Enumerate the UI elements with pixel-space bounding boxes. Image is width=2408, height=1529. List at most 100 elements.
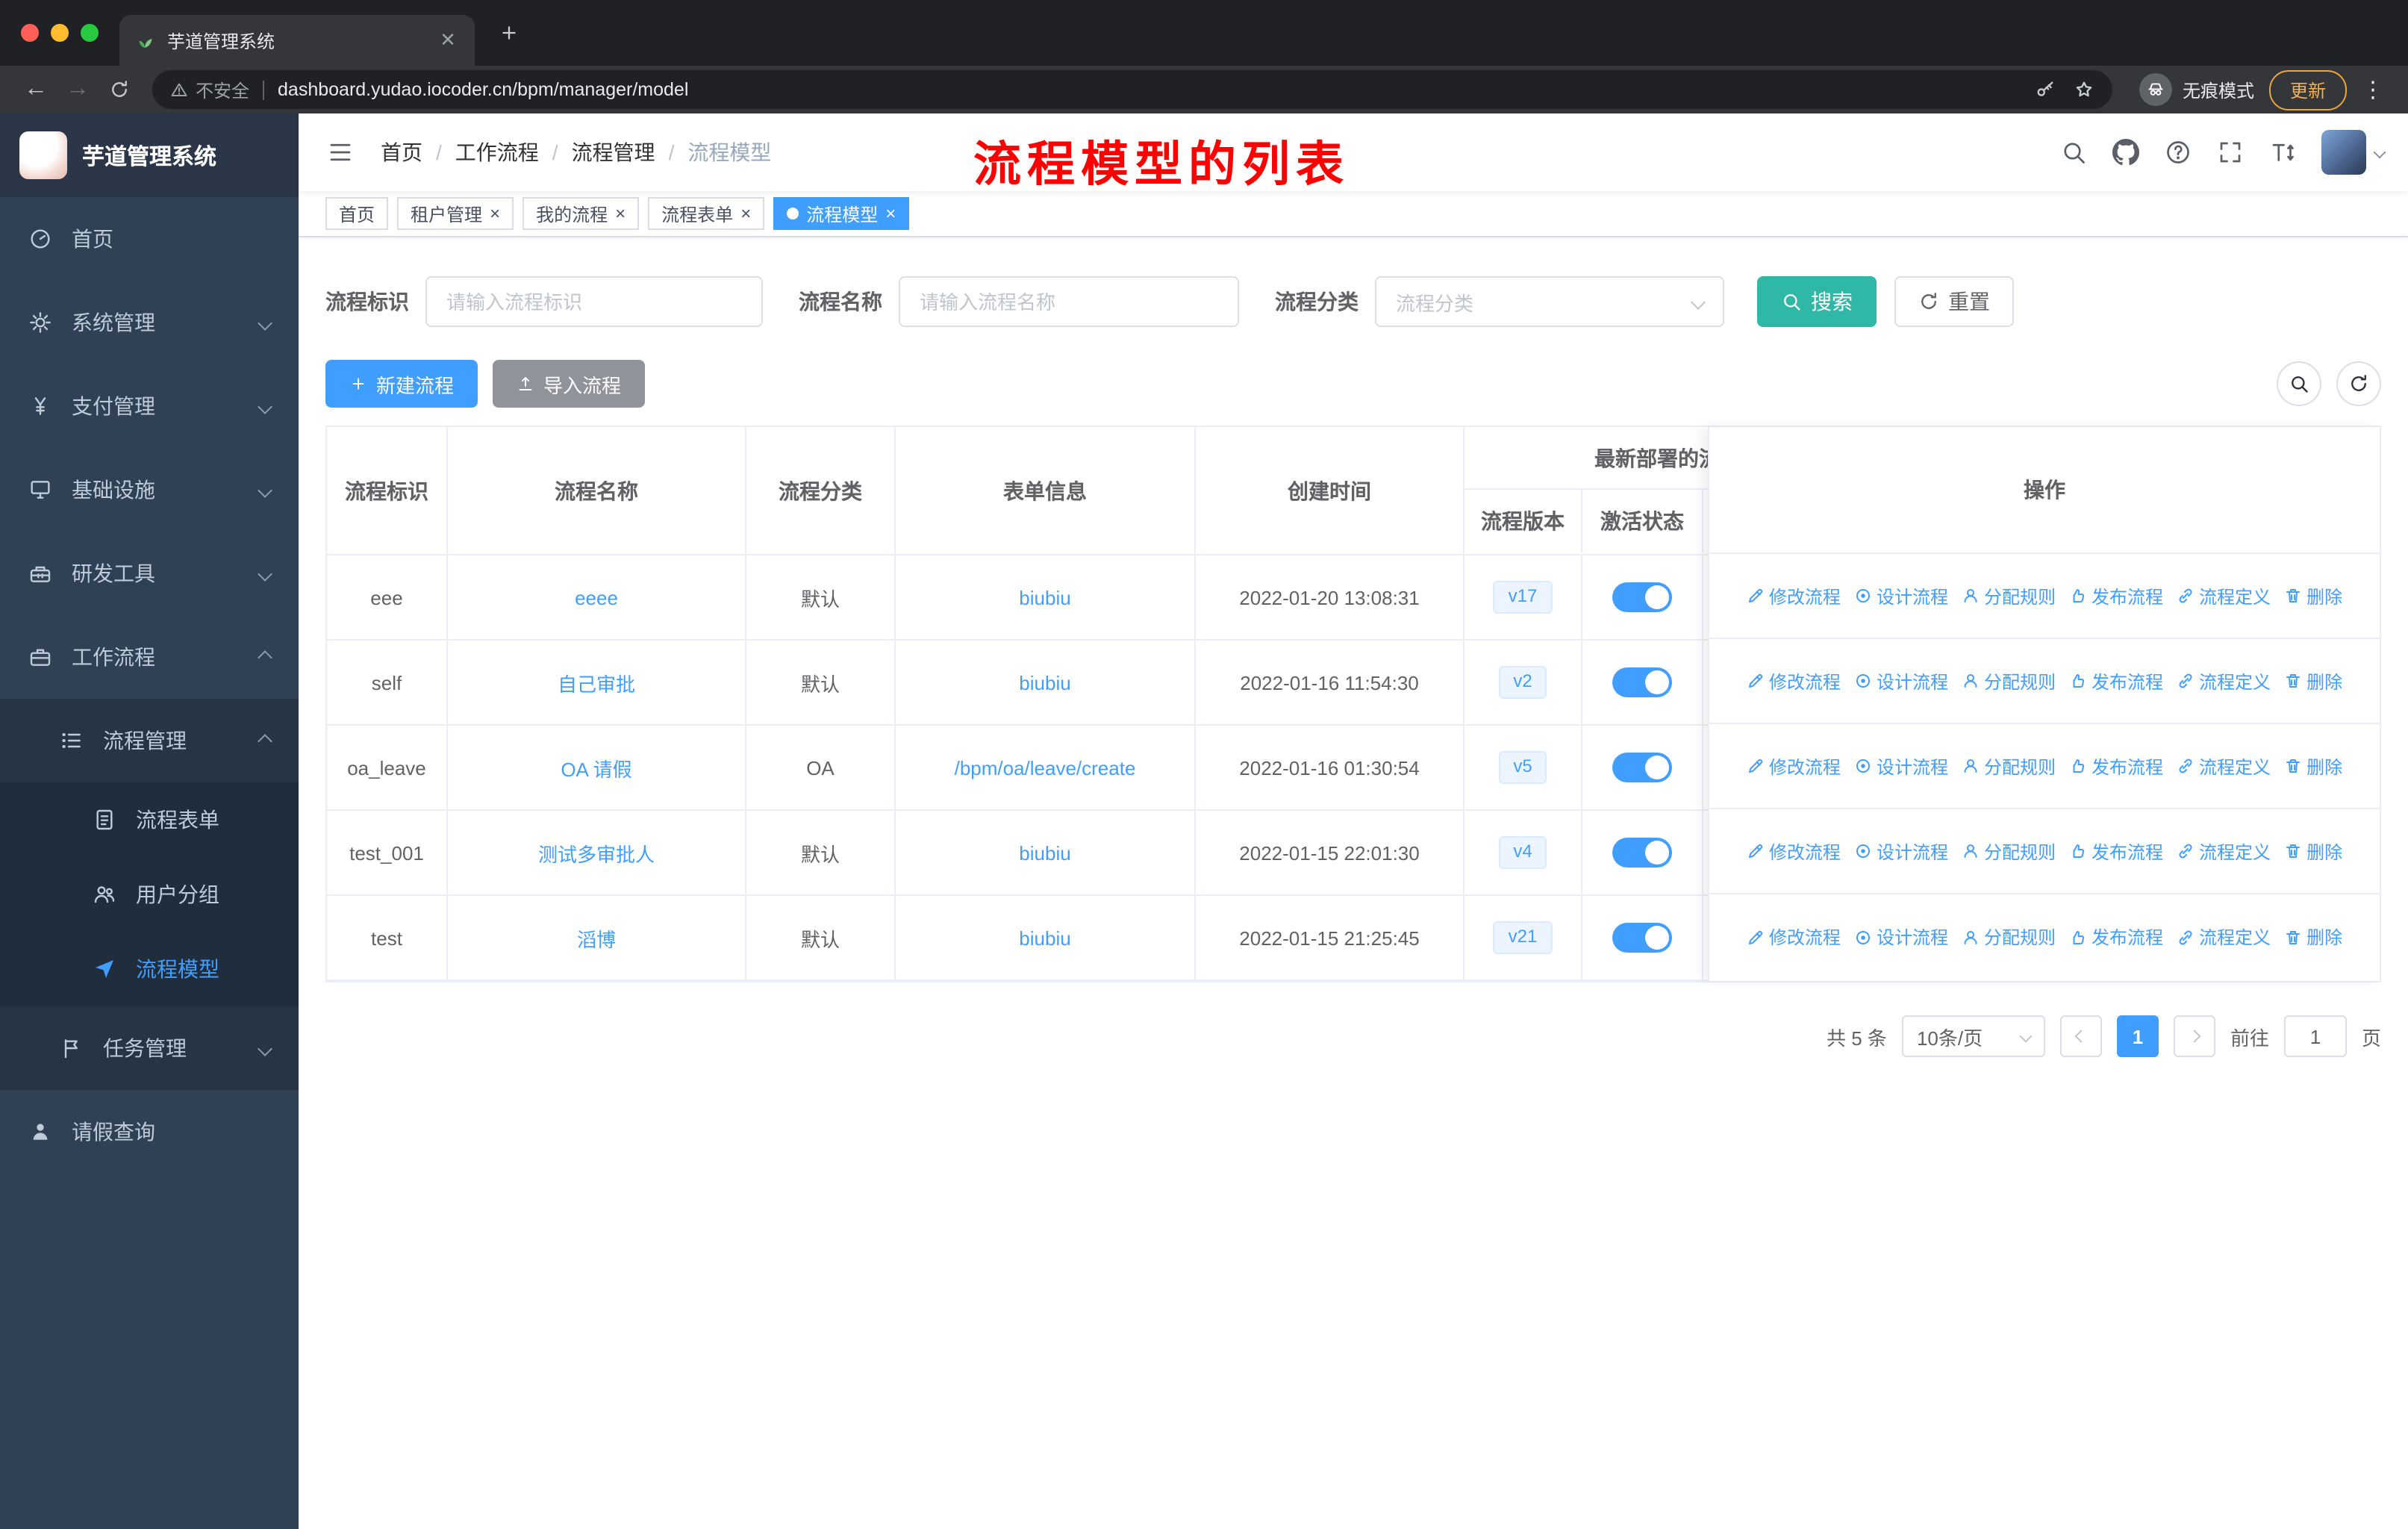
- action-design-link[interactable]: 设计流程: [1854, 668, 1948, 694]
- sidebar-item-workflow[interactable]: 工作流程: [0, 615, 299, 699]
- action-publish-link[interactable]: 发布流程: [2069, 838, 2163, 864]
- sidebar-item-dev-tools[interactable]: 研发工具: [0, 532, 299, 615]
- reset-button[interactable]: 重置: [1894, 276, 2014, 327]
- sidebar-logo[interactable]: 芋道管理系统: [0, 113, 299, 197]
- breadcrumb-process-management[interactable]: 流程管理: [572, 137, 675, 167]
- tag-close-icon[interactable]: ×: [490, 205, 500, 222]
- reload-button[interactable]: [99, 70, 140, 109]
- back-button[interactable]: ←: [15, 70, 57, 109]
- action-publish-link[interactable]: 发布流程: [2069, 924, 2163, 950]
- action-definition-link[interactable]: 流程定义: [2177, 583, 2271, 608]
- action-publish-link[interactable]: 发布流程: [2069, 583, 2163, 608]
- action-definition-link[interactable]: 流程定义: [2177, 838, 2271, 864]
- sidebar-item-payment[interactable]: 支付管理: [0, 364, 299, 448]
- create-process-button[interactable]: 新建流程: [325, 360, 478, 408]
- password-key-icon[interactable]: [2035, 79, 2056, 100]
- import-process-button[interactable]: 导入流程: [493, 360, 646, 408]
- browser-menu-icon[interactable]: ⋮: [2362, 76, 2384, 103]
- tab-close-icon[interactable]: ✕: [436, 28, 460, 52]
- search-icon[interactable]: [2060, 139, 2087, 166]
- action-edit-link[interactable]: 修改流程: [1747, 668, 1841, 694]
- form-info-link[interactable]: biubiu: [1019, 586, 1070, 608]
- action-publish-link[interactable]: 发布流程: [2069, 668, 2163, 694]
- action-assign-link[interactable]: 分配规则: [1962, 838, 2056, 864]
- breadcrumb-home[interactable]: 首页: [381, 137, 442, 167]
- version-badge[interactable]: v2: [1498, 666, 1547, 699]
- sidebar-item-leave-query[interactable]: 请假查询: [0, 1090, 299, 1174]
- version-badge[interactable]: v4: [1498, 836, 1547, 869]
- active-toggle[interactable]: [1612, 838, 1672, 868]
- minimize-window-button[interactable]: [51, 24, 69, 42]
- form-info-link[interactable]: biubiu: [1019, 671, 1070, 694]
- next-page-button[interactable]: [2173, 1015, 2215, 1057]
- sidebar-item-process-management[interactable]: 流程管理: [0, 699, 299, 782]
- sidebar-item-user-group[interactable]: 用户分组: [0, 857, 299, 932]
- action-definition-link[interactable]: 流程定义: [2177, 753, 2271, 779]
- prev-page-button[interactable]: [2059, 1015, 2102, 1057]
- action-delete-link[interactable]: 删除: [2284, 753, 2342, 779]
- breadcrumb-workflow[interactable]: 工作流程: [455, 137, 558, 167]
- tag-process-model[interactable]: 流程模型 ×: [773, 197, 910, 230]
- tag-close-icon[interactable]: ×: [885, 205, 896, 222]
- active-toggle[interactable]: [1612, 923, 1672, 953]
- action-delete-link[interactable]: 删除: [2284, 924, 2342, 950]
- action-edit-link[interactable]: 修改流程: [1747, 838, 1841, 864]
- action-delete-link[interactable]: 删除: [2284, 838, 2342, 864]
- sidebar-item-system[interactable]: 系统管理: [0, 281, 299, 364]
- help-icon[interactable]: [2165, 139, 2192, 166]
- tag-process-form[interactable]: 流程表单 ×: [648, 197, 765, 230]
- action-design-link[interactable]: 设计流程: [1854, 753, 1948, 779]
- user-avatar-menu[interactable]: [2321, 130, 2386, 175]
- refresh-table-button[interactable]: [2336, 361, 2381, 406]
- action-edit-link[interactable]: 修改流程: [1747, 924, 1841, 950]
- action-design-link[interactable]: 设计流程: [1854, 583, 1948, 608]
- version-badge[interactable]: v17: [1493, 581, 1553, 614]
- new-tab-button[interactable]: [490, 13, 528, 52]
- toggle-search-button[interactable]: [2277, 361, 2321, 406]
- action-design-link[interactable]: 设计流程: [1854, 838, 1948, 864]
- url-text[interactable]: dashboard.yudao.iocoder.cn/bpm/manager/m…: [278, 79, 2035, 100]
- sidebar-item-process-form[interactable]: 流程表单: [0, 782, 299, 857]
- version-badge[interactable]: v5: [1498, 751, 1547, 784]
- zoom-window-button[interactable]: [81, 24, 99, 42]
- action-assign-link[interactable]: 分配规则: [1962, 668, 2056, 694]
- action-design-link[interactable]: 设计流程: [1854, 924, 1948, 950]
- action-assign-link[interactable]: 分配规则: [1962, 924, 2056, 950]
- chrome-update-button[interactable]: 更新: [2268, 69, 2347, 110]
- active-toggle[interactable]: [1612, 667, 1672, 697]
- current-page-button[interactable]: 1: [2116, 1015, 2159, 1057]
- process-category-select[interactable]: 流程分类: [1375, 276, 1724, 327]
- action-definition-link[interactable]: 流程定义: [2177, 668, 2271, 694]
- page-size-select[interactable]: 10条/页: [1901, 1015, 2045, 1057]
- action-delete-link[interactable]: 删除: [2284, 668, 2342, 694]
- form-info-link[interactable]: biubiu: [1019, 841, 1070, 864]
- sidebar-item-process-model[interactable]: 流程模型: [0, 932, 299, 1006]
- security-indicator[interactable]: 不安全: [170, 77, 249, 102]
- action-assign-link[interactable]: 分配规则: [1962, 753, 2056, 779]
- tag-tenant[interactable]: 租户管理 ×: [397, 197, 514, 230]
- address-bar[interactable]: 不安全 dashboard.yudao.iocoder.cn/bpm/manag…: [152, 70, 2112, 109]
- process-name-link[interactable]: OA 请假: [561, 753, 631, 782]
- tag-my-process[interactable]: 我的流程 ×: [523, 197, 640, 230]
- close-window-button[interactable]: [21, 24, 39, 42]
- process-name-link[interactable]: 测试多审批人: [538, 838, 655, 867]
- active-toggle[interactable]: [1612, 582, 1672, 612]
- sidebar-item-task-management[interactable]: 任务管理: [0, 1006, 299, 1090]
- github-icon[interactable]: [2112, 139, 2139, 166]
- sidebar-item-infrastructure[interactable]: 基础设施: [0, 448, 299, 532]
- tag-home[interactable]: 首页: [325, 197, 389, 230]
- goto-page-input[interactable]: [2283, 1015, 2347, 1057]
- process-key-input[interactable]: [425, 276, 763, 327]
- font-size-icon[interactable]: [2269, 139, 2296, 166]
- tag-close-icon[interactable]: ×: [615, 205, 626, 222]
- tag-close-icon[interactable]: ×: [740, 205, 751, 222]
- browser-tab[interactable]: 芋道管理系统 ✕: [119, 15, 475, 66]
- process-name-link[interactable]: 滔博: [577, 924, 616, 952]
- forward-button[interactable]: →: [57, 70, 99, 109]
- sidebar-item-home[interactable]: 首页: [0, 197, 299, 281]
- active-toggle[interactable]: [1612, 753, 1672, 782]
- process-name-link[interactable]: eeee: [575, 586, 618, 608]
- action-edit-link[interactable]: 修改流程: [1747, 753, 1841, 779]
- action-assign-link[interactable]: 分配规则: [1962, 583, 2056, 608]
- search-button[interactable]: 搜索: [1757, 276, 1877, 327]
